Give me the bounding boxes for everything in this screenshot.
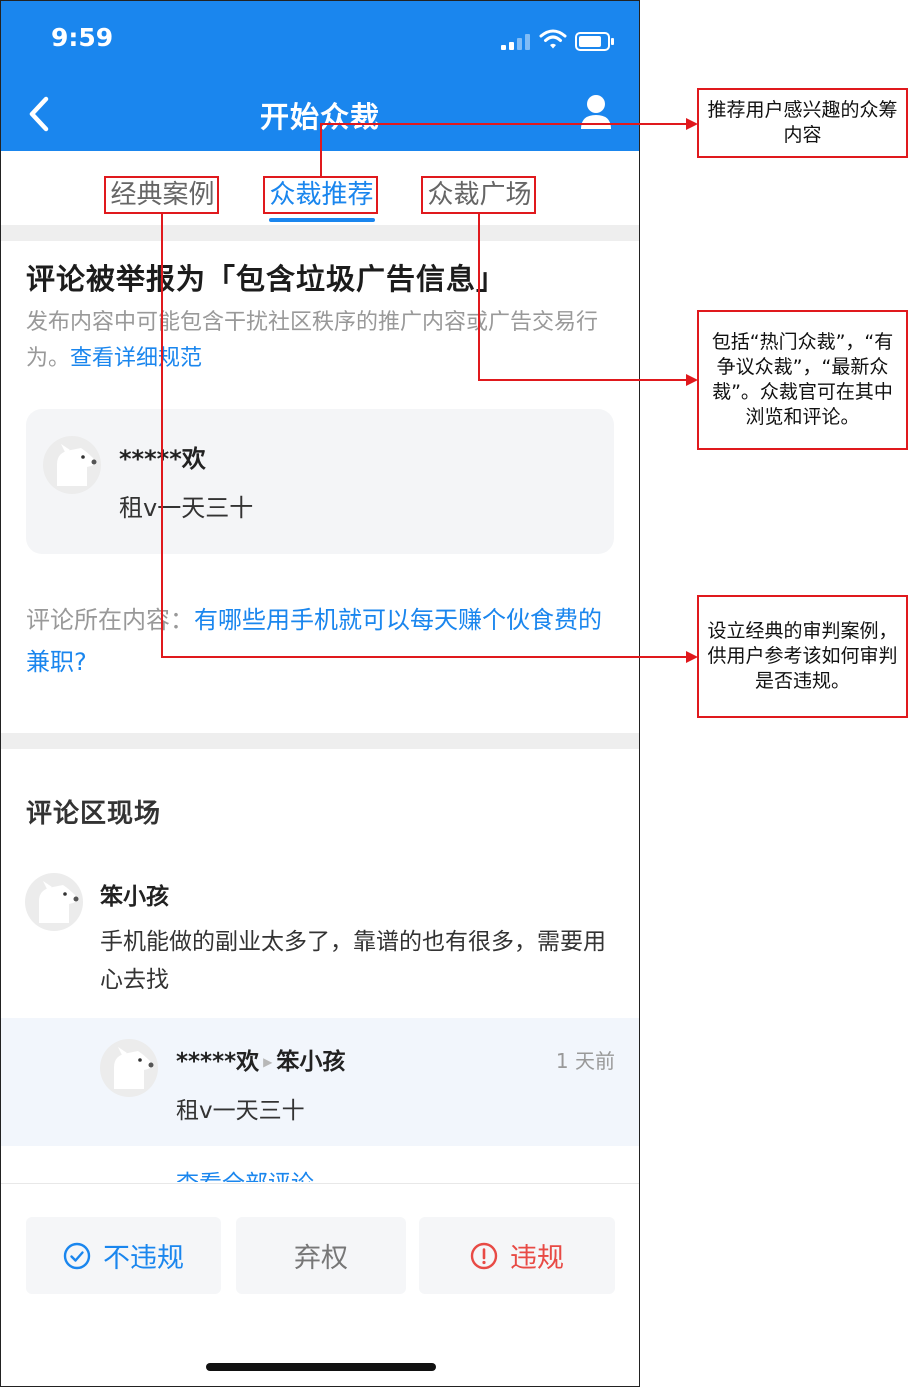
report-description: 发布内容中可能包含干扰社区秩序的推广内容或广告交易行为。查看详细规范 — [26, 305, 621, 377]
section-divider — [1, 225, 639, 241]
not-violate-button[interactable]: 不违规 — [26, 1217, 221, 1294]
annotation-box-square — [421, 176, 536, 214]
avatar[interactable] — [25, 873, 83, 931]
reported-comment-card — [26, 409, 614, 554]
page-title: 开始众裁 — [259, 100, 380, 134]
annotation-box-classic — [104, 176, 219, 214]
annotation-note-recommend: 推荐用户感兴趣的众筹内容 — [697, 88, 908, 158]
comments-heading: 评论区现场 — [26, 799, 162, 829]
view-rules-link[interactable]: 查看详细规范 — [70, 346, 202, 371]
reply-text: 租v一天三十 — [176, 1098, 305, 1124]
report-title: 评论被举报为「包含垃圾广告信息」 — [26, 262, 507, 296]
reply-arrow-icon: ▶ — [263, 1055, 273, 1069]
annotation-note-classic: 设立经典的审判案例，供用户参考该如何审判是否违规。 — [697, 595, 908, 718]
wifi-icon — [539, 29, 567, 49]
reply-timestamp: 1 天前 — [555, 1049, 615, 1073]
annotation-note-square: 包括“热门众裁”，“有争议众裁”，“最新众裁”。众裁官可在其中浏览和评论。 — [697, 310, 908, 450]
violate-label: 违规 — [510, 1243, 564, 1274]
abstain-label: 弃权 — [294, 1243, 348, 1274]
comment-text: 手机能做的副业太多了，靠谱的也有很多，需要用心去找 — [100, 929, 606, 993]
comment-context: 评论所在内容：有哪些用手机就可以每天赚个伙食费的兼职? — [26, 599, 621, 683]
check-circle-icon — [63, 1242, 91, 1269]
status-time: 9:59 — [51, 23, 114, 52]
violate-button[interactable]: 违规 — [419, 1217, 615, 1294]
abstain-button[interactable]: 弃权 — [236, 1217, 406, 1294]
exclamation-circle-icon — [470, 1242, 498, 1269]
view-all-comments-link[interactable]: 查看全部评论 — [176, 1169, 314, 1182]
dog-avatar-icon — [114, 1047, 154, 1089]
not-violate-label: 不违规 — [103, 1243, 184, 1274]
reported-user-name: *****欢 — [119, 445, 206, 473]
context-label: 评论所在内容： — [26, 606, 194, 634]
battery-icon — [575, 32, 615, 51]
reply-from-user[interactable]: *****欢 — [176, 1049, 259, 1075]
reply-header: *****欢 ▶ 笨小孩 — [176, 1042, 345, 1076]
annotation-box-recommend — [263, 176, 378, 214]
home-indicator[interactable] — [206, 1363, 436, 1371]
active-tab-indicator — [269, 218, 375, 222]
dog-avatar-icon — [57, 444, 97, 486]
reply-to-user[interactable]: 笨小孩 — [276, 1049, 345, 1075]
commenter-name[interactable]: 笨小孩 — [100, 877, 169, 911]
section-divider — [1, 733, 639, 749]
user-icon[interactable] — [579, 93, 613, 131]
dog-avatar-icon — [39, 881, 79, 923]
reply-item — [1, 1018, 639, 1146]
avatar[interactable] — [43, 436, 101, 494]
avatar[interactable] — [100, 1039, 158, 1097]
signal-icon — [501, 32, 533, 50]
reported-comment-text: 租v一天三十 — [119, 494, 254, 522]
